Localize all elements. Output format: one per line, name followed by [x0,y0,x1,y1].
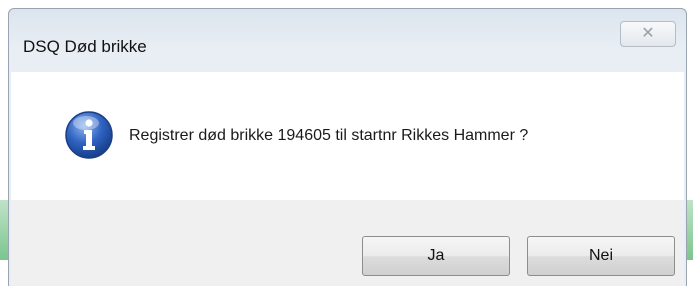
info-icon [65,111,113,159]
message-area: Registrer død brikke 194605 til startnr … [11,72,684,200]
message-text: Registrer død brikke 194605 til startnr … [129,127,529,144]
screen: DSQ Død brikke ✕ Registrer død brikke 19… [0,0,693,286]
button-bar: Ja Nei [11,200,684,286]
no-button-label: Nei [588,247,613,264]
yes-button[interactable]: Ja [362,236,510,276]
desktop-background-left [0,200,8,260]
no-button[interactable]: Nei [527,236,675,276]
close-icon: ✕ [641,25,655,42]
desktop-background-right [687,200,693,260]
window-title: DSQ Død brikke [23,37,147,56]
yes-button-label: Ja [427,247,445,264]
title-bar[interactable]: DSQ Død brikke ✕ [9,9,686,79]
close-button[interactable]: ✕ [620,21,676,47]
message-dialog: DSQ Død brikke ✕ Registrer død brikke 19… [8,8,687,286]
